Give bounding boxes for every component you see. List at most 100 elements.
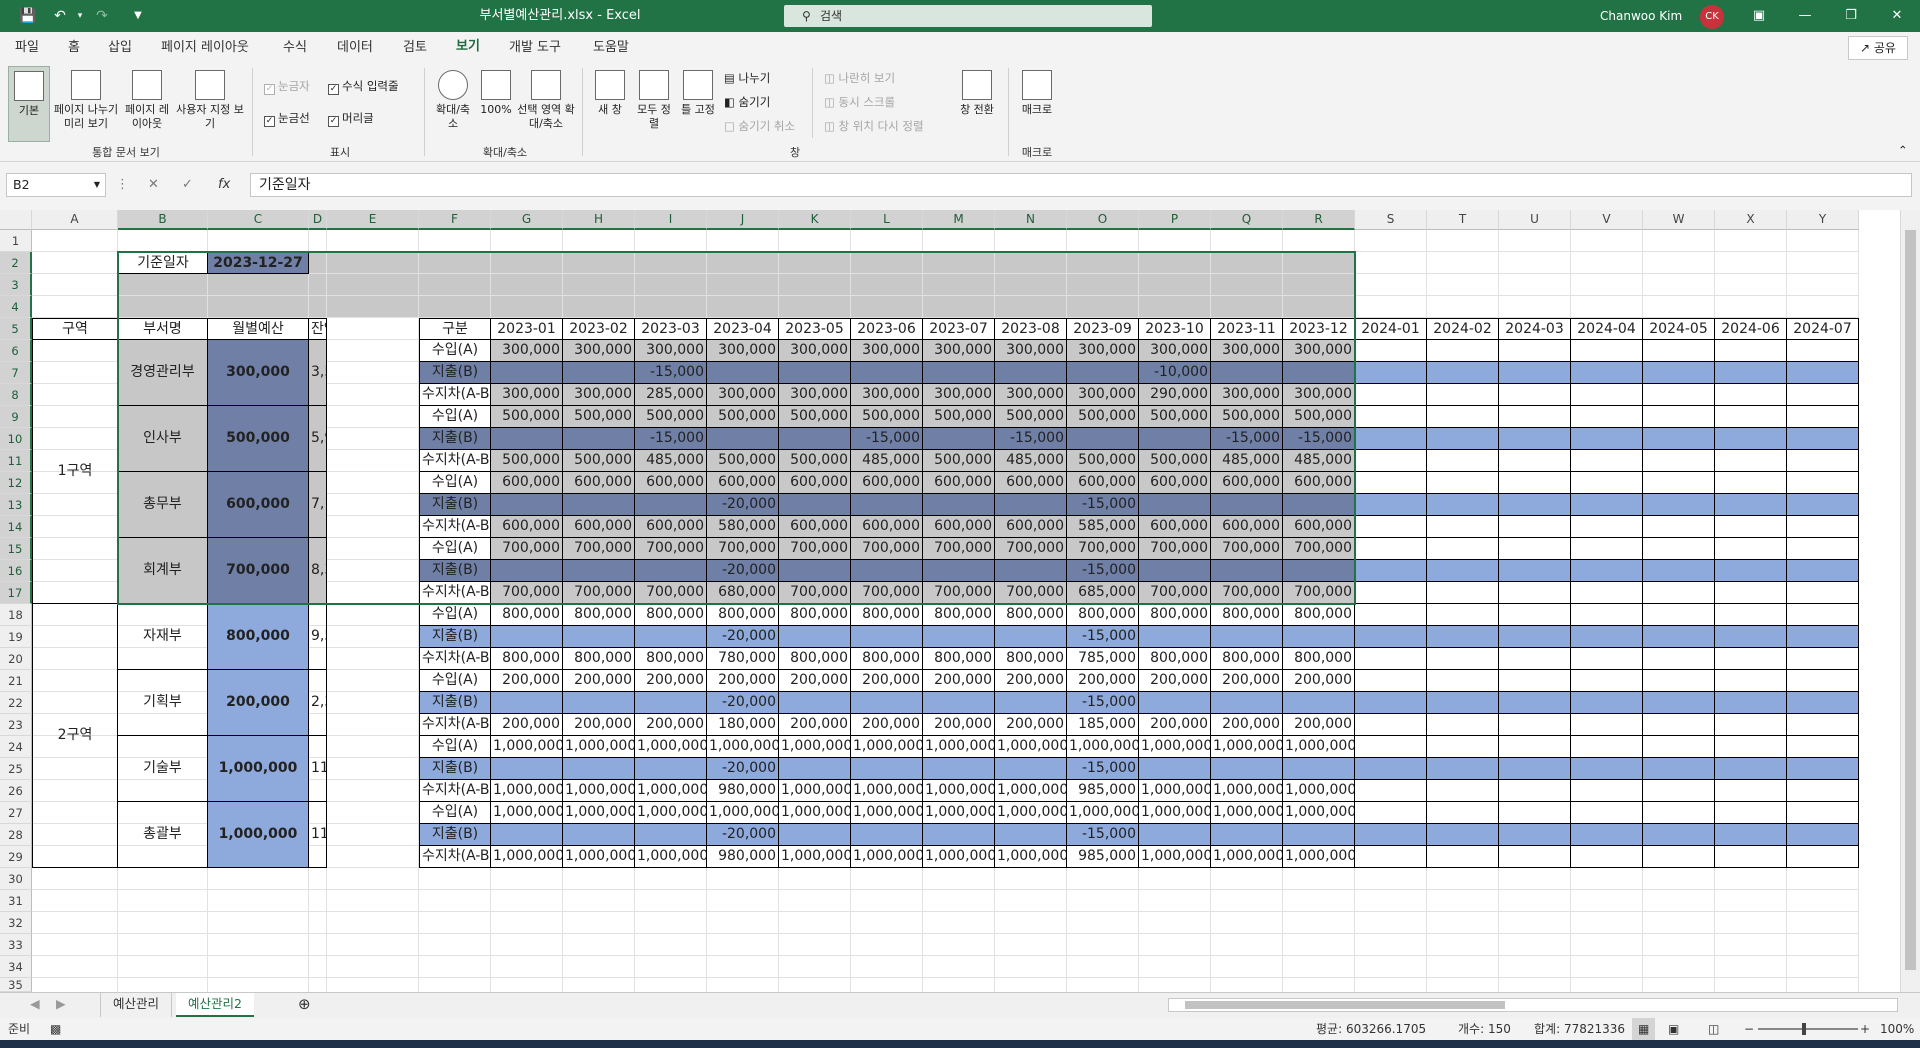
empty-cell[interactable] [1427,736,1499,758]
empty-cell[interactable] [707,296,779,318]
value-cell[interactable]: 1,000,000 [635,802,707,824]
row-header-13[interactable]: 13 [0,494,32,516]
hide-button[interactable]: ◧ 숨기기 [724,94,770,110]
empty-cell[interactable] [1499,780,1571,802]
value-cell[interactable] [1211,758,1283,780]
header-month[interactable]: 2024-04 [1571,318,1643,340]
region-cell[interactable]: 2구역 [32,604,118,868]
value-cell[interactable] [491,362,563,384]
value-cell[interactable] [851,758,923,780]
value-cell[interactable]: 800,000 [635,604,707,626]
value-cell[interactable]: -15,000 [1067,824,1139,846]
type-cell[interactable]: 수입(A) [419,802,491,824]
header-budget[interactable]: 월별예산 [208,318,309,340]
empty-cell[interactable] [1787,736,1859,758]
row-header-8[interactable]: 8 [0,384,32,406]
type-cell[interactable]: 수지차(A-B) [419,648,491,670]
empty-cell[interactable] [1643,274,1715,296]
customize-quick-access-icon[interactable]: ▼ [124,0,152,32]
next-sheet-icon[interactable]: ▶ [44,993,78,1017]
value-cell[interactable]: 1,000,000 [563,846,635,868]
dept-name-cell[interactable]: 총무부 [118,472,208,538]
value-cell[interactable] [491,428,563,450]
value-cell[interactable]: 700,000 [1283,538,1355,560]
empty-cell[interactable] [327,340,419,362]
empty-cell[interactable] [419,296,491,318]
empty-cell[interactable] [1715,692,1787,714]
value-cell[interactable]: 200,000 [635,714,707,736]
value-cell[interactable]: 700,000 [995,538,1067,560]
value-cell[interactable]: 500,000 [1067,406,1139,428]
new-sheet-icon[interactable]: ⊕ [286,993,323,1017]
row-header-11[interactable]: 11 [0,450,32,472]
empty-cell[interactable] [1355,450,1427,472]
dept-name-cell[interactable]: 회계부 [118,538,208,604]
empty-cell[interactable] [1643,868,1715,890]
row-header-15[interactable]: 15 [0,538,32,560]
page-layout-view-icon[interactable]: ▣ [1668,1018,1679,1040]
new-window-button[interactable]: 새 창 [592,70,628,117]
value-cell[interactable]: 700,000 [995,582,1067,604]
tab-page-layout[interactable]: 페이지 레이아웃 [161,32,249,64]
empty-cell[interactable] [1643,934,1715,956]
empty-cell[interactable] [327,802,419,824]
empty-cell[interactable] [1427,274,1499,296]
value-cell[interactable]: 600,000 [1283,516,1355,538]
empty-cell[interactable] [1499,692,1571,714]
value-cell[interactable] [779,560,851,582]
value-cell[interactable]: 200,000 [1139,670,1211,692]
value-cell[interactable] [635,824,707,846]
value-cell[interactable]: 500,000 [707,406,779,428]
value-cell[interactable]: 300,000 [707,384,779,406]
empty-cell[interactable] [1355,736,1427,758]
value-cell[interactable]: 600,000 [707,472,779,494]
empty-cell[interactable] [1211,274,1283,296]
value-cell[interactable]: 200,000 [779,670,851,692]
empty-cell[interactable] [1427,560,1499,582]
empty-cell[interactable] [995,274,1067,296]
column-header-Q[interactable]: Q [1211,210,1283,230]
value-cell[interactable]: 485,000 [1211,450,1283,472]
empty-cell[interactable] [1787,340,1859,362]
value-cell[interactable]: 780,000 [707,648,779,670]
value-cell[interactable]: -15,000 [1067,494,1139,516]
value-cell[interactable]: 1,000,000 [491,846,563,868]
empty-cell[interactable] [1355,956,1427,978]
value-cell[interactable] [923,692,995,714]
empty-cell[interactable] [1499,670,1571,692]
normal-view-icon[interactable]: ▦ [1632,1018,1656,1040]
zoom-slider-thumb[interactable] [1802,1023,1806,1035]
empty-cell[interactable] [1643,692,1715,714]
empty-cell[interactable] [1067,890,1139,912]
empty-cell[interactable] [1787,912,1859,934]
empty-cell[interactable] [1787,956,1859,978]
value-cell[interactable]: -15,000 [995,428,1067,450]
column-header-A[interactable]: A [32,210,118,230]
empty-cell[interactable] [1067,912,1139,934]
row-header-7[interactable]: 7 [0,362,32,384]
tab-review[interactable]: 검토 [403,32,427,64]
empty-cell[interactable] [1643,472,1715,494]
value-cell[interactable] [923,560,995,582]
header-balance[interactable]: 잔액 [309,318,327,340]
empty-cell[interactable] [1571,802,1643,824]
budget-cell[interactable]: 1,000,000 [208,802,309,868]
empty-cell[interactable] [635,868,707,890]
balance-cell[interactable]: 9,565,000 [309,604,327,670]
value-cell[interactable] [995,362,1067,384]
value-cell[interactable]: 800,000 [851,604,923,626]
empty-cell[interactable] [779,956,851,978]
budget-cell[interactable]: 600,000 [208,472,309,538]
empty-cell[interactable] [1715,758,1787,780]
row-header-33[interactable]: 33 [0,934,32,956]
value-cell[interactable]: 680,000 [707,582,779,604]
value-cell[interactable] [995,692,1067,714]
empty-cell[interactable] [309,274,327,296]
empty-cell[interactable] [851,868,923,890]
empty-cell[interactable] [1499,362,1571,384]
empty-cell[interactable] [1715,648,1787,670]
row-header-28[interactable]: 28 [0,824,32,846]
value-cell[interactable]: 600,000 [491,472,563,494]
type-cell[interactable]: 수지차(A-B) [419,714,491,736]
empty-cell[interactable] [1355,406,1427,428]
